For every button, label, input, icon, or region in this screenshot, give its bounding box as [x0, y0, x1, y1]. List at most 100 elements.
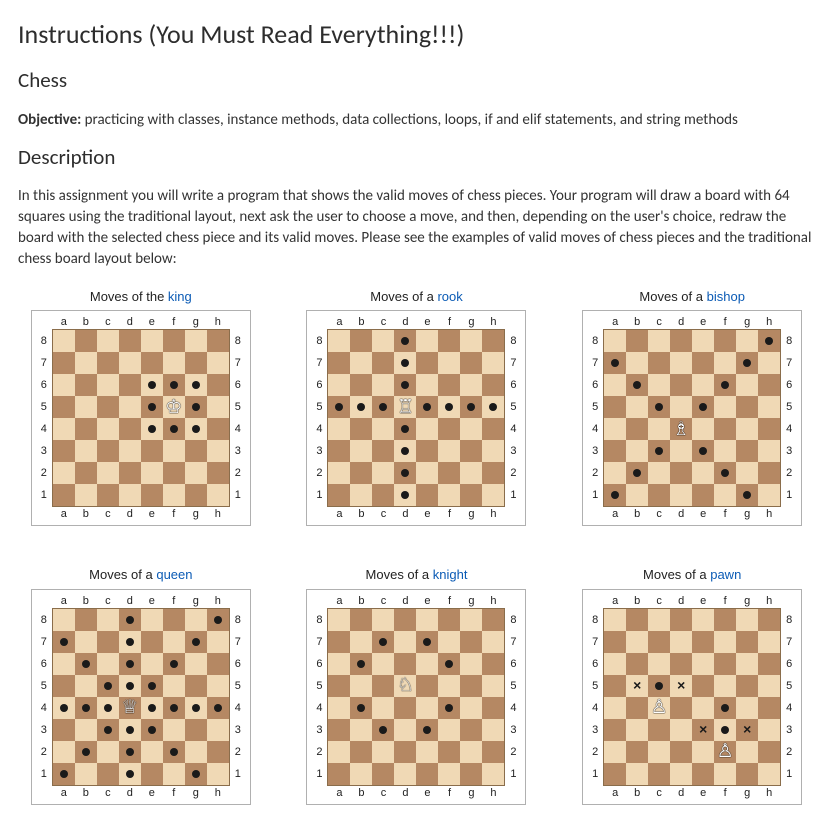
rank-label: 8: [230, 330, 246, 352]
square-e1: [692, 763, 714, 785]
move-dot-icon: [126, 770, 134, 778]
file-label: e: [141, 507, 163, 521]
square-a7: [53, 352, 75, 374]
square-f2: ♙: [714, 741, 736, 763]
move-dot-icon: [214, 704, 222, 712]
rank-label: 1: [781, 763, 797, 785]
file-label: d: [670, 594, 692, 608]
move-dot-icon: [423, 638, 431, 646]
square-b6: [75, 374, 97, 396]
square-d1: [394, 484, 416, 506]
square-a8: [328, 609, 350, 631]
square-e1: [692, 484, 714, 506]
piece-link-rook[interactable]: rook: [437, 289, 462, 304]
rank-label: 6: [311, 653, 327, 675]
board-title: Moves of a pawn: [643, 566, 741, 584]
piece-link-king[interactable]: king: [168, 289, 192, 304]
square-e2: [141, 741, 163, 763]
piece-link-queen[interactable]: queen: [156, 567, 192, 582]
square-d7: [670, 631, 692, 653]
file-label: e: [141, 786, 163, 800]
square-e6: [416, 374, 438, 396]
rank-label: 8: [505, 609, 521, 631]
square-f5: [714, 396, 736, 418]
square-e4: [416, 418, 438, 440]
move-dot-icon: [611, 359, 619, 367]
square-a6: [328, 374, 350, 396]
square-e6: [141, 374, 163, 396]
square-d3: [119, 440, 141, 462]
move-dot-icon: [170, 425, 178, 433]
square-h5: [758, 675, 780, 697]
move-dot-icon: [489, 403, 497, 411]
square-e7: [692, 352, 714, 374]
square-e3: [416, 719, 438, 741]
file-label: e: [692, 315, 714, 329]
square-c8: [648, 330, 670, 352]
move-dot-icon: [765, 337, 773, 345]
square-g3: [185, 440, 207, 462]
square-b1: [626, 484, 648, 506]
rank-labels-left: 87654321: [36, 609, 52, 785]
square-d2: [394, 462, 416, 484]
board-body: 87654321♖87654321: [311, 329, 521, 507]
rank-label: 6: [781, 374, 797, 396]
file-label: h: [482, 315, 504, 329]
square-b3: [75, 440, 97, 462]
rank-label: 3: [587, 440, 603, 462]
square-e1: [141, 763, 163, 785]
square-a2: [53, 741, 75, 763]
pawn-icon: ♙: [717, 742, 734, 761]
move-dot-icon: [192, 770, 200, 778]
file-label: d: [119, 786, 141, 800]
square-c5: [372, 675, 394, 697]
square-g4: [736, 418, 758, 440]
square-e7: [141, 352, 163, 374]
square-h4: [207, 418, 229, 440]
board-title-prefix: Moves of a: [366, 567, 433, 582]
square-a6: [604, 653, 626, 675]
square-g6: [736, 653, 758, 675]
square-g4: [185, 697, 207, 719]
square-c8: [648, 609, 670, 631]
rank-label: 6: [36, 374, 52, 396]
file-label: f: [714, 594, 736, 608]
square-b1: [75, 484, 97, 506]
square-c1: [97, 763, 119, 785]
square-d8: [670, 330, 692, 352]
file-label: b: [350, 594, 372, 608]
move-dot-icon: [148, 403, 156, 411]
square-f4: [163, 418, 185, 440]
piece-link-knight[interactable]: knight: [433, 567, 468, 582]
square-a6: [604, 374, 626, 396]
move-dot-icon: [633, 381, 641, 389]
rank-label: 1: [36, 484, 52, 506]
square-h6: [758, 653, 780, 675]
file-label: a: [604, 507, 626, 521]
square-d1: [670, 763, 692, 785]
board-title: Moves of the king: [90, 288, 192, 306]
board-title: Moves of a rook: [370, 288, 463, 306]
square-c5: [648, 396, 670, 418]
move-dot-icon: [60, 704, 68, 712]
rank-labels-left: 87654321: [311, 330, 327, 506]
square-g5: [736, 396, 758, 418]
square-f8: [714, 330, 736, 352]
board-rook: Moves of a rookabcdefgh87654321♖87654321…: [294, 288, 540, 526]
square-d5: [670, 396, 692, 418]
file-label: e: [141, 315, 163, 329]
square-g7: [460, 631, 482, 653]
piece-link-bishop[interactable]: bishop: [707, 289, 745, 304]
board-king: Moves of the kingabcdefgh87654321♔876543…: [18, 288, 264, 526]
move-dot-icon: [401, 491, 409, 499]
rank-label: 7: [587, 352, 603, 374]
rank-label: 1: [505, 484, 521, 506]
square-c4: ♙: [648, 697, 670, 719]
square-a5: [604, 396, 626, 418]
square-h8: [482, 609, 504, 631]
rank-label: 7: [230, 352, 246, 374]
square-f7: [714, 631, 736, 653]
move-dot-icon: [357, 660, 365, 668]
piece-link-pawn[interactable]: pawn: [710, 567, 741, 582]
file-labels: abcdefgh: [588, 594, 796, 608]
